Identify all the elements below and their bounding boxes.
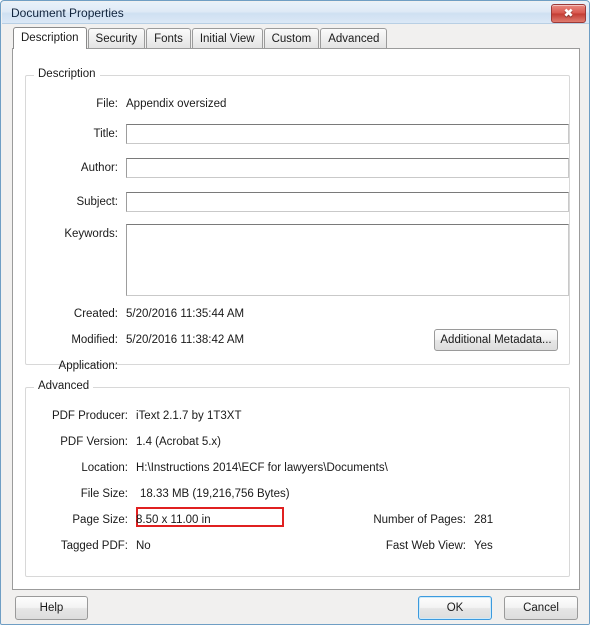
author-label: Author: xyxy=(80,162,118,174)
description-group-title: Description xyxy=(34,68,100,80)
application-label: Application: xyxy=(58,360,118,372)
tab-fonts[interactable]: Fonts xyxy=(146,28,191,48)
tab-label: Security xyxy=(95,33,138,45)
tab-label: Initial View xyxy=(199,33,255,45)
tab-description[interactable]: Description xyxy=(13,27,87,49)
tagged-pdf-label: Tagged PDF: xyxy=(60,540,128,552)
dialog-client-area: Description Security Fonts Initial View … xyxy=(2,24,589,624)
description-groupbox: Description File: Appendix oversized Tit… xyxy=(25,68,570,372)
advanced-group-title: Advanced xyxy=(34,380,94,392)
tab-label: Description xyxy=(21,32,79,44)
modified-label: Modified: xyxy=(71,334,118,346)
close-icon: ✖ xyxy=(563,6,574,20)
cancel-button[interactable]: Cancel xyxy=(504,596,578,620)
tab-advanced[interactable]: Advanced xyxy=(320,28,388,48)
file-size-label: File Size: xyxy=(80,488,128,500)
title-label: Title: xyxy=(93,128,119,140)
location-label: Location: xyxy=(81,462,128,474)
tab-initial-view[interactable]: Initial View xyxy=(191,28,263,48)
help-button[interactable]: Help xyxy=(15,596,88,620)
ok-button[interactable]: OK xyxy=(418,596,492,620)
created-value: 5/20/2016 11:35:44 AM xyxy=(126,308,245,320)
document-properties-dialog: Document Properties ✖ Description Securi… xyxy=(0,0,590,625)
tab-custom[interactable]: Custom xyxy=(263,28,320,48)
title-input[interactable] xyxy=(126,124,569,144)
additional-metadata-button[interactable]: Additional Metadata... xyxy=(434,329,558,351)
number-of-pages-value: 281 xyxy=(474,514,494,526)
advanced-groupbox: Advanced PDF Producer: iText 2.1.7 by 1T… xyxy=(25,380,570,577)
author-input[interactable] xyxy=(126,158,569,178)
title-bar[interactable]: Document Properties ✖ xyxy=(2,2,589,24)
keywords-label: Keywords: xyxy=(64,228,118,240)
pdf-producer-label: PDF Producer: xyxy=(51,410,128,422)
fast-web-view-label: Fast Web View: xyxy=(385,540,466,552)
window-title: Document Properties xyxy=(11,6,124,20)
location-value: H:\Instructions 2014\ECF for lawyers\Doc… xyxy=(136,462,388,474)
subject-label: Subject: xyxy=(76,196,118,208)
file-size-value: 18.33 MB (19,216,756 Bytes) xyxy=(140,488,290,500)
tagged-pdf-value: No xyxy=(136,540,151,552)
file-label: File: xyxy=(96,98,118,110)
tab-label: Custom xyxy=(271,33,312,45)
fast-web-view-value: Yes xyxy=(474,540,493,552)
pdf-version-value: 1.4 (Acrobat 5.x) xyxy=(136,436,222,448)
subject-input[interactable] xyxy=(126,192,569,212)
tab-strip: Description Security Fonts Initial View … xyxy=(13,27,388,49)
pdf-producer-value: iText 2.1.7 by 1T3XT xyxy=(136,410,242,422)
number-of-pages-label: Number of Pages: xyxy=(373,514,466,526)
page-size-value: 8.50 x 11.00 in xyxy=(136,514,211,526)
close-button[interactable]: ✖ xyxy=(551,4,586,23)
created-label: Created: xyxy=(73,308,118,320)
pdf-version-label: PDF Version: xyxy=(60,436,128,448)
modified-value: 5/20/2016 11:38:42 AM xyxy=(126,334,245,346)
file-value: Appendix oversized xyxy=(126,98,227,110)
tab-security[interactable]: Security xyxy=(87,28,146,48)
tab-label: Fonts xyxy=(154,33,183,45)
tab-label: Advanced xyxy=(328,33,380,45)
keywords-input[interactable] xyxy=(126,224,569,296)
page-size-label: Page Size: xyxy=(72,514,128,526)
description-tab-page: Description File: Appendix oversized Tit… xyxy=(12,48,580,590)
